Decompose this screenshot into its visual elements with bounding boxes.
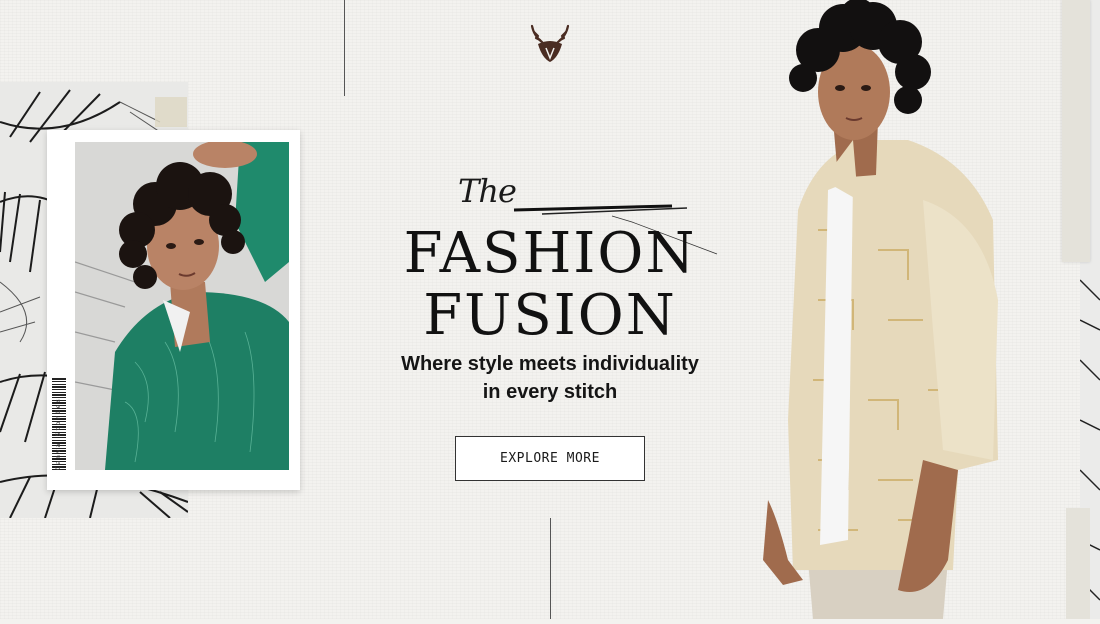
model-cream-shirt-photo: [758, 0, 1008, 619]
explore-more-button[interactable]: EXPLORE MORE: [455, 436, 645, 481]
model-green-shirt-photo: [75, 142, 289, 470]
tagline-line-1: Where style meets individuality: [401, 353, 699, 375]
torn-paper-strip-bottom: [1066, 508, 1090, 619]
tape-strip: [155, 97, 187, 127]
tagline-line-2: in every stitch: [482, 381, 618, 403]
torn-paper-strip: [1062, 0, 1090, 262]
hero-title-line-2: FUSION: [423, 283, 677, 348]
hero-title-line-1: FASHION: [403, 221, 697, 286]
divider-line-top: [344, 0, 345, 96]
deer-antler-logo-icon[interactable]: [528, 24, 572, 64]
polaroid-brand-text: Canva Stories: [55, 397, 62, 470]
divider-line-bottom: [550, 518, 551, 619]
polaroid-frame: Canva Stories: [47, 130, 300, 490]
hero-tagline: Where style meets individuality in every…: [380, 350, 720, 406]
